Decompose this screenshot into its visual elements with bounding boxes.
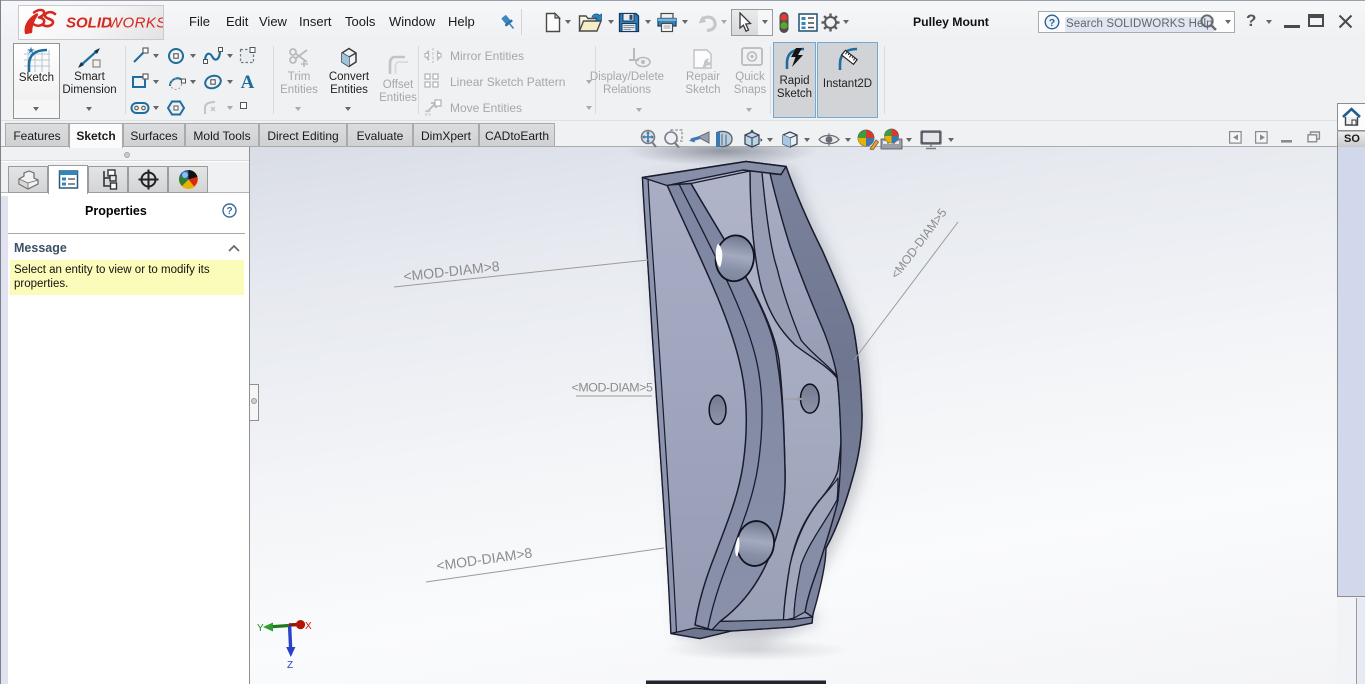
svg-text:?: ? xyxy=(226,206,232,217)
svg-text:X: X xyxy=(305,621,312,632)
svg-text:<MOD-DIAM>5: <MOD-DIAM>5 xyxy=(572,381,653,395)
svg-text:<MOD-DIAM>8: <MOD-DIAM>8 xyxy=(403,258,501,284)
svg-text:<MOD-DIAM>8: <MOD-DIAM>8 xyxy=(435,544,533,573)
svg-text:<MOD-DIAM>5: <MOD-DIAM>5 xyxy=(888,206,950,282)
svg-text:A: A xyxy=(241,72,255,91)
svg-text:?: ? xyxy=(1049,17,1055,29)
svg-text:SOLID: SOLID xyxy=(66,15,112,32)
svg-text:Y: Y xyxy=(257,623,264,634)
svg-text:Z: Z xyxy=(287,660,293,671)
svg-text:WORKS: WORKS xyxy=(108,15,163,32)
